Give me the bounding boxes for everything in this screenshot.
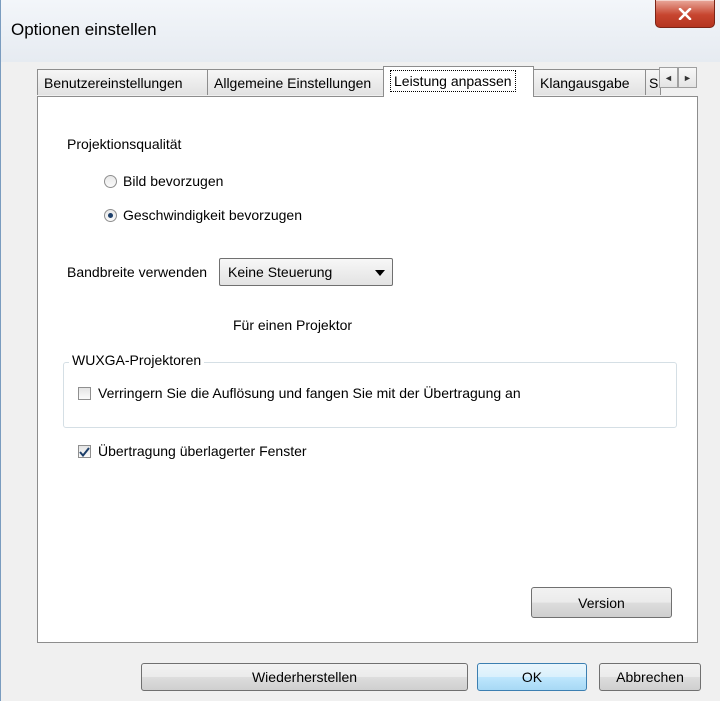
reduce-resolution-label[interactable]: Verringern Sie die Auflösung und fangen … (98, 385, 521, 401)
tab-scroll-buttons: ◄ ► (659, 67, 697, 88)
arrow-right-icon: ► (683, 72, 692, 83)
radio-geschwindigkeit-bevorzugen[interactable] (104, 209, 117, 222)
cancel-button[interactable]: Abbrechen (599, 663, 701, 691)
projection-quality-label: Projektionsqualität (67, 136, 182, 152)
tab-leistung-anpassen[interactable]: Leistung anpassen (383, 66, 534, 97)
radio-bild-bevorzugen[interactable] (104, 175, 117, 188)
radio-bild-bevorzugen-label[interactable]: Bild bevorzugen (123, 173, 223, 189)
tab-allgemeine-einstellungen[interactable]: Allgemeine Einstellungen (207, 69, 385, 95)
bandwidth-select-value: Keine Steuerung (228, 264, 333, 280)
tab-scroll-right-button[interactable]: ► (678, 67, 697, 88)
close-button[interactable] (655, 0, 715, 28)
reduce-resolution-checkbox[interactable] (78, 387, 91, 400)
window-title: Optionen einstellen (11, 20, 157, 39)
tab-scroll-left-button[interactable]: ◄ (659, 67, 678, 88)
radio-geschwindigkeit-bevorzugen-label[interactable]: Geschwindigkeit bevorzugen (123, 207, 302, 223)
chevron-down-icon (375, 270, 385, 276)
wuxga-group-label: WUXGA-Projektoren (69, 352, 205, 368)
close-icon (678, 7, 692, 20)
options-dialog: Optionen einstellen Benutzereinstellunge… (0, 0, 720, 701)
restore-button[interactable]: Wiederherstellen (141, 663, 468, 691)
arrow-left-icon: ◄ (664, 72, 673, 83)
title-bar: Optionen einstellen (1, 0, 720, 62)
checkmark-icon (79, 446, 90, 457)
overlay-windows-checkbox[interactable] (78, 445, 91, 458)
bandwidth-select[interactable]: Keine Steuerung (219, 258, 393, 286)
ok-button[interactable]: OK (477, 663, 587, 691)
version-button[interactable]: Version (531, 587, 672, 618)
overlay-windows-label[interactable]: Übertragung überlagerter Fenster (98, 443, 307, 459)
projector-note: Für einen Projektor (233, 317, 353, 333)
tab-leistung-anpassen-label: Leistung anpassen (390, 70, 516, 92)
tab-klangausgabe[interactable]: Klangausgabe (533, 69, 646, 95)
bandwidth-label: Bandbreite verwenden (67, 264, 208, 280)
tab-benutzereinstellungen[interactable]: Benutzereinstellungen (37, 69, 208, 95)
